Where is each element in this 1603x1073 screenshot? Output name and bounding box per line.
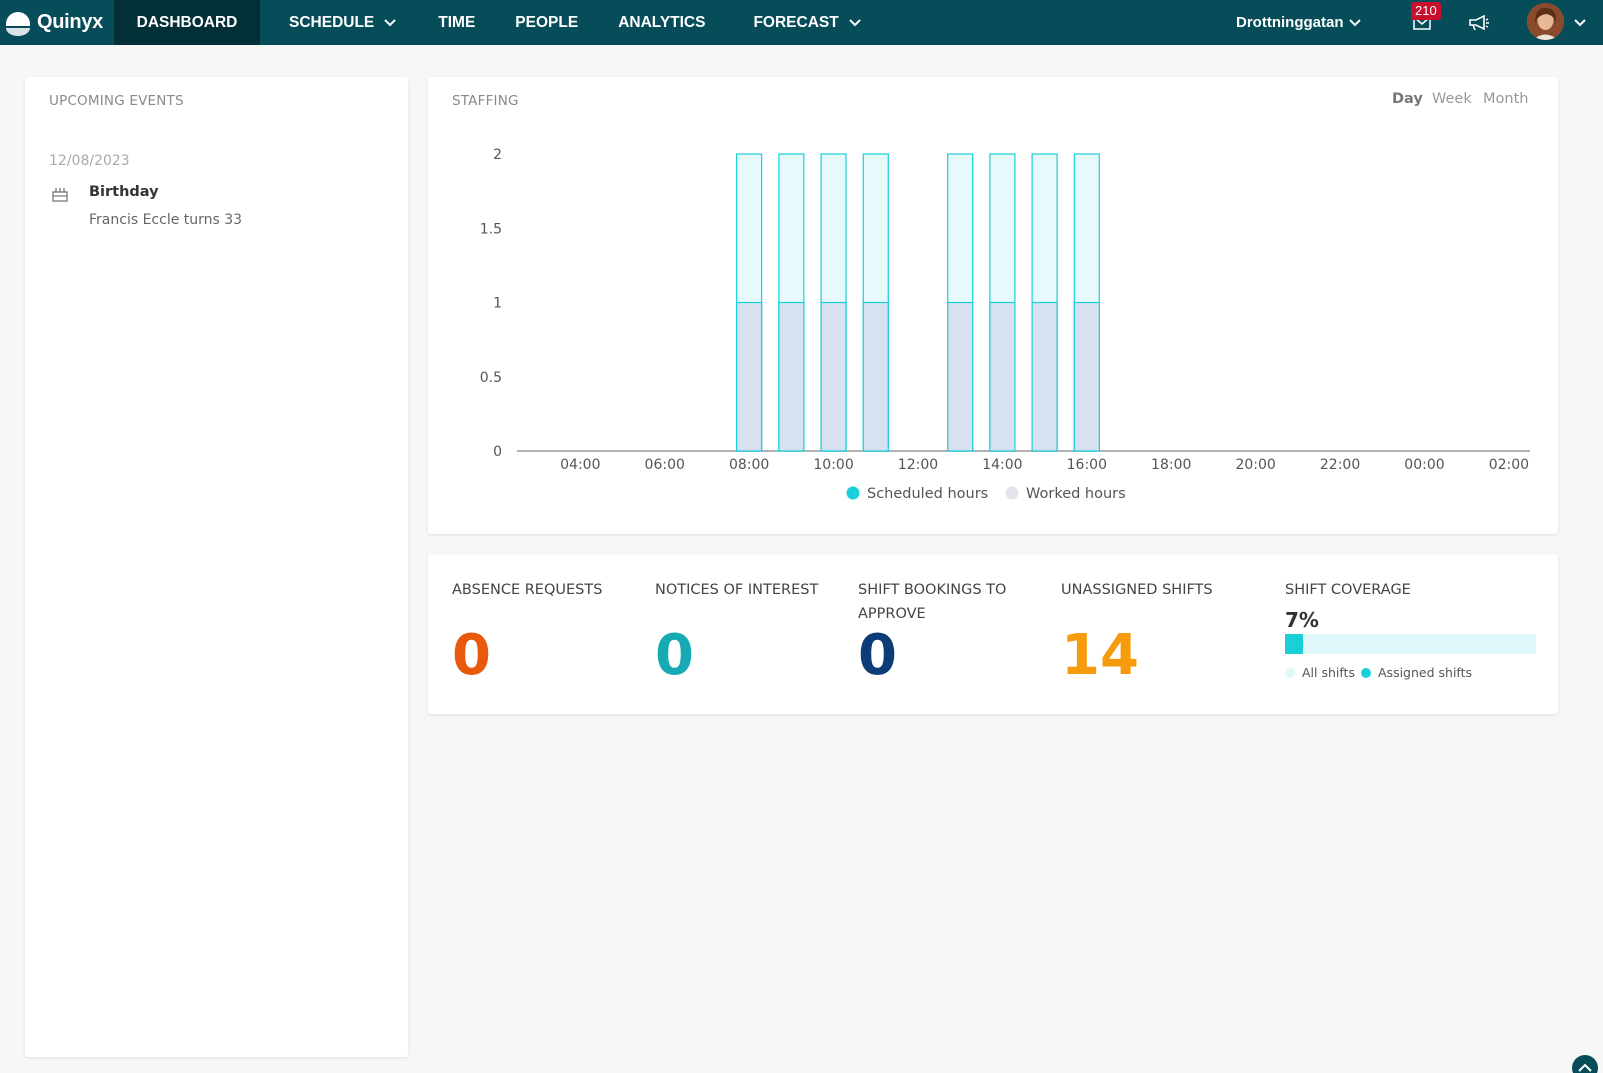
chevron-down-icon <box>1574 18 1586 26</box>
x-tick-label: 00:00 <box>1404 457 1444 473</box>
x-tick-label: 16:00 <box>1067 457 1107 473</box>
nav-dashboard[interactable]: DASHBOARD <box>114 0 260 45</box>
bar-worked-hours <box>989 301 1016 452</box>
nav-forecast-label: FORECAST <box>753 13 839 31</box>
y-tick-label: 0.5 <box>480 370 502 386</box>
nav-forecast[interactable]: FORECAST <box>753 0 861 45</box>
x-tick-label: 02:00 <box>1489 457 1529 473</box>
logo-icon <box>6 11 30 36</box>
nav-time-label: TIME <box>438 13 476 31</box>
legend-all-shifts: All shifts <box>1285 665 1355 680</box>
brand-name: Quinyx <box>37 11 103 33</box>
staffing-chart: 0 0.5 1 1.5 2 04:00 06:00 08:00 10:00 12:00 14:00 1… <box>480 147 1530 502</box>
nav-schedule-label: SCHEDULE <box>289 13 375 31</box>
bar-worked-hours <box>1031 301 1058 452</box>
x-tick-label: 18:00 <box>1151 457 1191 473</box>
cake-icon <box>52 188 68 202</box>
avatar[interactable] <box>1527 3 1564 40</box>
shift-bookings-label-line1: SHIFT BOOKINGS TO <box>858 582 1007 598</box>
location-selector[interactable]: Drottninggatan <box>1236 0 1362 45</box>
nav-analytics-label: ANALYTICS <box>618 13 706 31</box>
legend-assigned-shifts: Assigned shifts <box>1361 665 1472 680</box>
absence-requests-value[interactable]: 0 <box>452 626 491 686</box>
shift-coverage-label: SHIFT COVERAGE <box>1285 582 1411 598</box>
scroll-to-top-button[interactable] <box>1572 1055 1598 1073</box>
shift-coverage-bar-fill <box>1285 634 1303 654</box>
event-subtitle: Francis Eccle turns 33 <box>89 212 243 228</box>
shift-coverage-percent: 7% <box>1285 608 1319 632</box>
bar-worked-hours <box>947 301 974 452</box>
chevron-down-icon <box>384 18 396 26</box>
x-tick-label: 10:00 <box>813 457 853 473</box>
nav-analytics[interactable]: ANALYTICS <box>618 0 705 45</box>
unassigned-shifts-value[interactable]: 14 <box>1061 626 1139 686</box>
x-tick-label: 12:00 <box>898 457 938 473</box>
notices-of-interest-value[interactable]: 0 <box>655 626 694 686</box>
legend-dot-worked-hours <box>1005 486 1019 500</box>
legend-dot-all-shifts <box>1285 667 1295 678</box>
chevron-up-icon <box>1578 1063 1592 1072</box>
legend-all-shifts-label: All shifts <box>1302 665 1355 680</box>
legend-worked-hours: Worked hours <box>1026 486 1126 502</box>
legend-assigned-shifts-label: Assigned shifts <box>1378 665 1473 680</box>
shift-bookings-value[interactable]: 0 <box>858 626 897 686</box>
x-tick-label: 08:00 <box>729 457 769 473</box>
staffing-card: STAFFING Day Week Month 0 0.5 1 1.5 2 04:00 06… <box>428 77 1558 534</box>
shift-coverage-bar <box>1285 634 1536 654</box>
stats-card: ABSENCE REQUESTS 0 NOTICES OF INTEREST 0… <box>428 554 1558 714</box>
bar-worked-hours <box>1073 301 1100 452</box>
chevron-down-icon <box>1349 18 1362 26</box>
legend-dot-scheduled-hours <box>846 486 860 500</box>
megaphone-icon <box>1469 14 1489 30</box>
event-date: 12/08/2023 <box>49 153 130 169</box>
event-title: Birthday <box>89 184 159 200</box>
announcements-button[interactable] <box>1468 0 1490 45</box>
notices-of-interest-label: NOTICES OF INTEREST <box>655 582 819 598</box>
notification-badge: 210 <box>1411 2 1441 20</box>
top-navigation-bar: Quinyx DASHBOARD SCHEDULE TIME PEOPLE AN… <box>0 0 1603 45</box>
unassigned-shifts-label: UNASSIGNED SHIFTS <box>1061 582 1213 598</box>
nav-people-label: PEOPLE <box>515 13 579 31</box>
x-tick-label: 22:00 <box>1320 457 1360 473</box>
brand-logo[interactable]: Quinyx <box>0 0 114 45</box>
y-tick-label: 1 <box>493 296 502 312</box>
x-tick-label: 20:00 <box>1235 457 1275 473</box>
y-tick-label: 1.5 <box>480 221 502 237</box>
absence-requests-label: ABSENCE REQUESTS <box>452 582 603 598</box>
user-menu-toggle[interactable] <box>1574 0 1586 45</box>
bar-worked-hours <box>736 301 763 452</box>
nav-time[interactable]: TIME <box>438 0 475 45</box>
nav-schedule[interactable]: SCHEDULE <box>289 0 396 45</box>
nav-dashboard-label: DASHBOARD <box>136 13 238 31</box>
legend-dot-assigned-shifts <box>1361 667 1371 678</box>
card-title: UPCOMING EVENTS <box>49 93 184 109</box>
location-name: Drottninggatan <box>1236 14 1344 31</box>
user-photo <box>1527 3 1564 40</box>
x-tick-label: 04:00 <box>560 457 600 473</box>
x-tick-label: 06:00 <box>645 457 685 473</box>
x-tick-label: 14:00 <box>982 457 1022 473</box>
legend-scheduled-hours: Scheduled hours <box>867 486 988 502</box>
upcoming-events-card: UPCOMING EVENTS 12/08/2023 Birthday Fran… <box>25 77 408 1057</box>
y-tick-label: 2 <box>493 147 502 163</box>
page-scrollbar[interactable] <box>1592 46 1603 1073</box>
bar-worked-hours <box>778 301 805 452</box>
bar-worked-hours <box>862 301 889 452</box>
chevron-down-icon <box>849 18 861 26</box>
y-tick-label: 0 <box>493 444 502 460</box>
bar-worked-hours <box>820 301 847 452</box>
nav-people[interactable]: PEOPLE <box>515 0 578 45</box>
